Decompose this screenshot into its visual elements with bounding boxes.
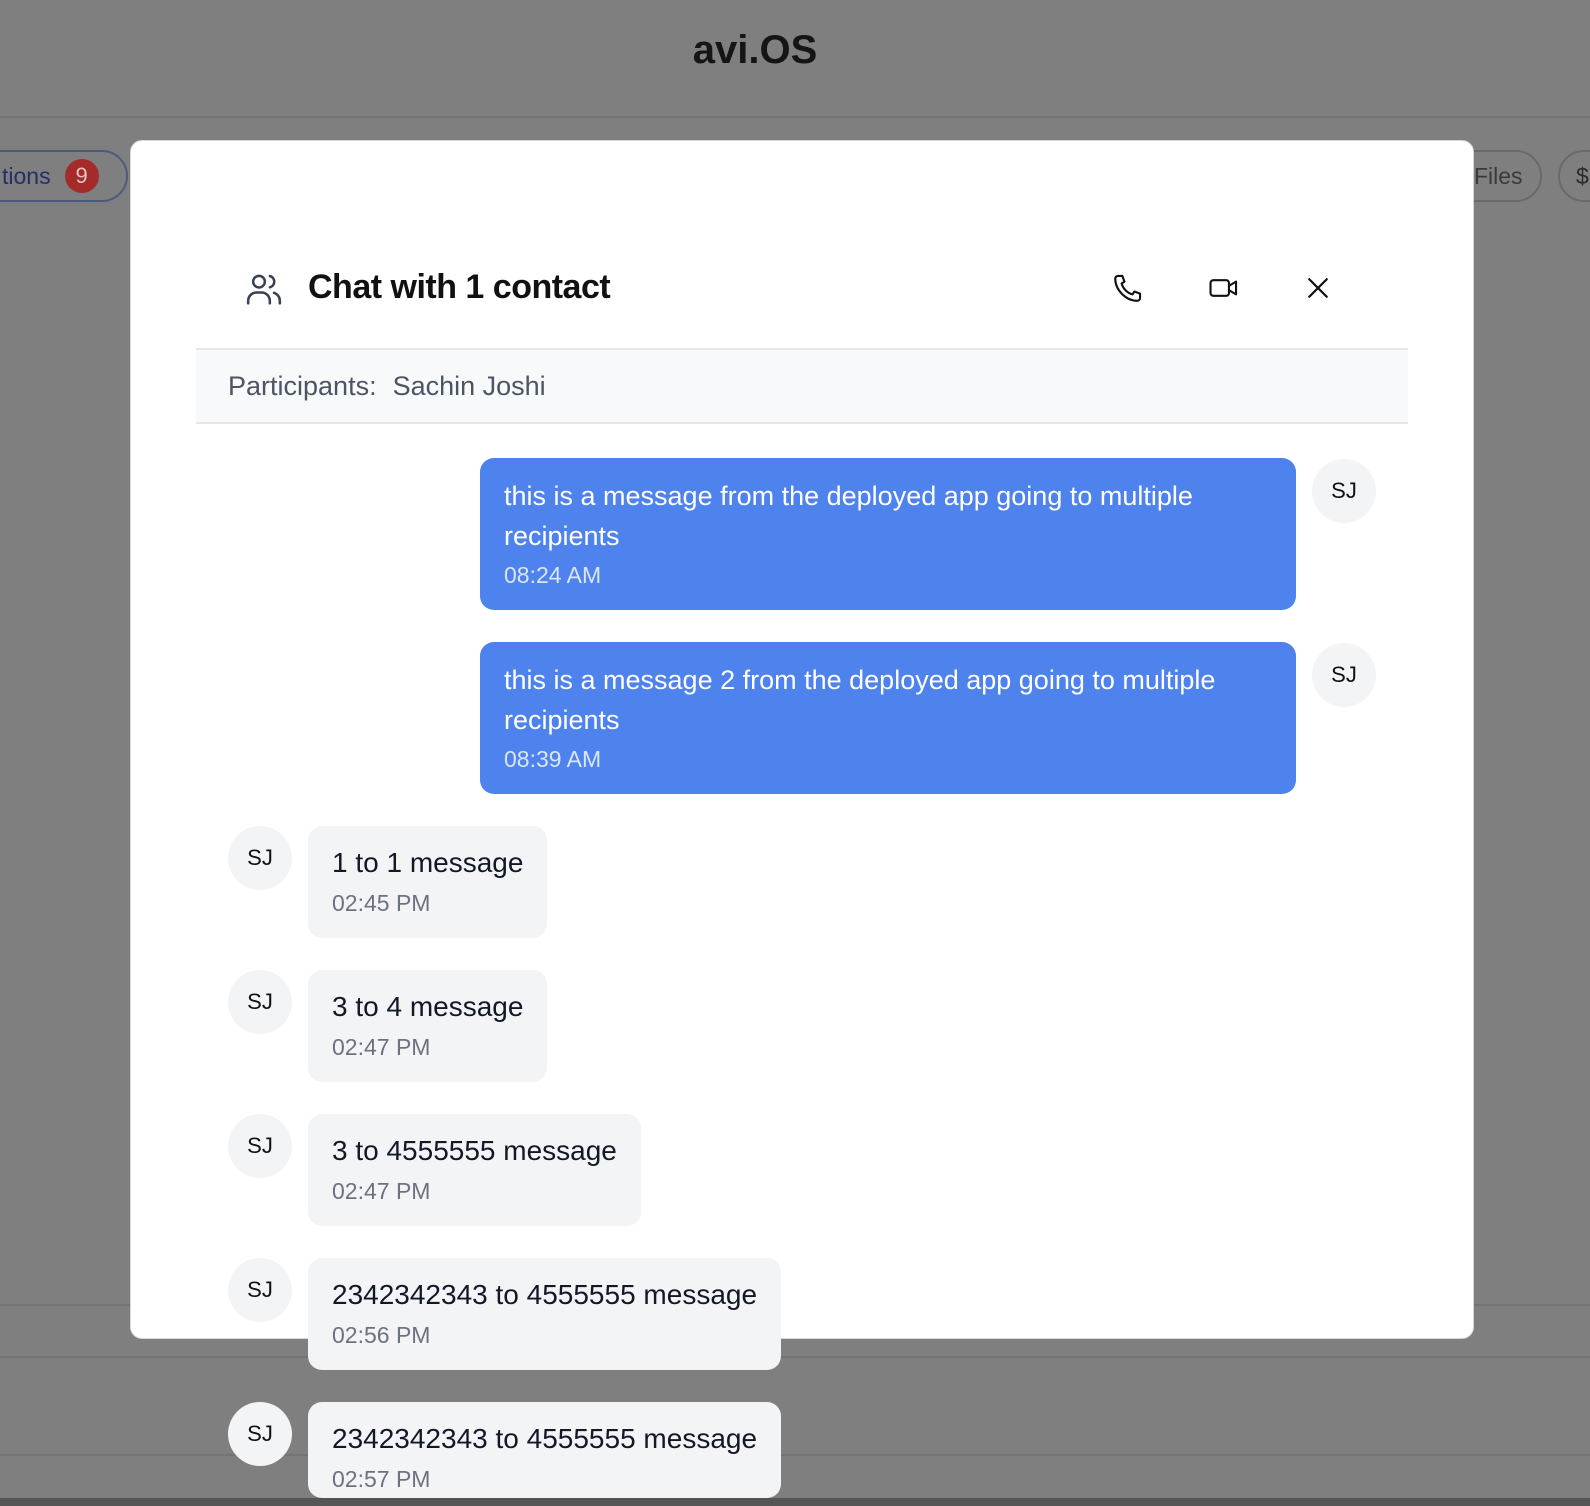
participants-label: Participants: [228,370,377,401]
files-label: Files [1474,162,1523,189]
avatar: SJ [228,970,292,1034]
message-text: this is a message 2 from the deployed ap… [504,665,1216,735]
avatar: SJ [1312,459,1376,523]
app-header: avi.OS [0,0,1590,118]
users-icon [244,270,284,310]
incoming-message: 2342342343 to 4555555 message 02:56 PM [308,1258,782,1370]
avatar: SJ [228,1114,292,1178]
message-time: 02:47 PM [332,1034,431,1060]
video-call-button[interactable] [1204,270,1244,310]
call-button[interactable] [1108,270,1148,310]
message-time: 08:39 AM [504,746,602,772]
avatar: SJ [228,1402,292,1466]
video-icon [1207,271,1241,310]
message-time: 02:57 PM [332,1466,431,1492]
message-time: 08:24 AM [504,562,602,588]
participant-name: Sachin Joshi [392,370,546,401]
message-text: 1 to 1 message [332,847,524,878]
participants-bar: Participants: Sachin Joshi [196,350,1408,424]
extra-pill-icon: $ [1576,162,1589,189]
chat-title: Chat with 1 contact [308,268,611,306]
app-title: avi.OS [692,28,818,72]
notifications-label: tions [2,162,51,189]
bottom-strip [0,1498,1590,1506]
notifications-pill[interactable]: tions 9 [0,150,128,202]
message-text: 3 to 4 message [332,991,524,1022]
incoming-message: 1 to 1 message 02:45 PM [308,826,548,938]
bg-divider [0,1356,1590,1358]
avatar: SJ [228,826,292,890]
message-time: 02:56 PM [332,1322,431,1348]
phone-icon [1111,271,1145,310]
message-time: 02:47 PM [332,1178,431,1204]
message-time: 02:45 PM [332,890,431,916]
outgoing-message: this is a message from the deployed app … [480,458,1296,610]
extra-pill[interactable]: $ [1558,150,1590,202]
message-text: this is a message from the deployed app … [504,481,1193,551]
incoming-message: 2342342343 to 4555555 message 02:57 PM [308,1402,782,1498]
message-text: 2342342343 to 4555555 message [332,1279,758,1310]
message-text: 2342342343 to 4555555 message [332,1423,758,1454]
close-icon [1303,273,1333,308]
incoming-message: 3 to 4555555 message 02:47 PM [308,1114,641,1226]
close-button[interactable] [1298,270,1338,310]
notifications-badge: 9 [64,159,99,193]
incoming-message: 3 to 4 message 02:47 PM [308,970,548,1082]
avatar: SJ [1312,643,1376,707]
outgoing-message: this is a message 2 from the deployed ap… [480,642,1296,794]
avatar: SJ [228,1258,292,1322]
message-text: 3 to 4555555 message [332,1135,617,1166]
